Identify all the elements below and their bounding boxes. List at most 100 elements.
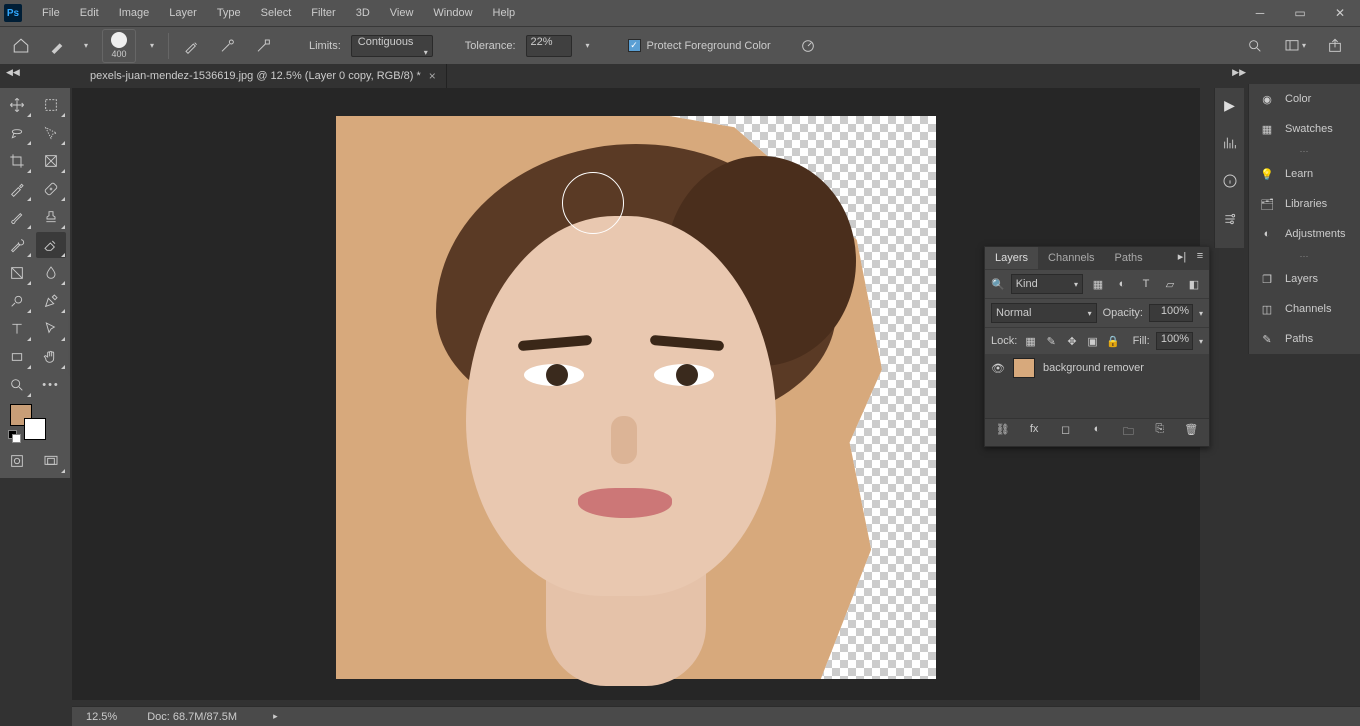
menu-help[interactable]: Help	[483, 0, 526, 26]
fill-input[interactable]: 100%	[1156, 332, 1193, 350]
close-button[interactable]: ✕	[1320, 0, 1360, 26]
dropdown-arrow-icon[interactable]: ▾	[146, 41, 158, 50]
menu-select[interactable]: Select	[251, 0, 302, 26]
more-tools[interactable]: •••	[36, 372, 66, 398]
link-icon[interactable]: ⛓	[994, 423, 1012, 442]
blend-mode-select[interactable]: Normal▾	[991, 303, 1097, 323]
panel-item-layers[interactable]: ❐Layers	[1249, 264, 1360, 294]
eraser-tool[interactable]	[36, 232, 66, 258]
adjustment-icon[interactable]: ◐	[1088, 423, 1106, 442]
sampling-swatch-icon[interactable]	[251, 33, 277, 59]
sampling-continuous-icon[interactable]	[179, 33, 205, 59]
rectangle-tool[interactable]	[2, 344, 32, 370]
collapse-icon[interactable]: ▸|	[1173, 247, 1191, 265]
menu-filter[interactable]: Filter	[301, 0, 345, 26]
quick-mask-tool[interactable]	[2, 448, 32, 474]
type-tool[interactable]	[2, 316, 32, 342]
fx-icon[interactable]: fx	[1025, 423, 1043, 442]
panel-item-libraries[interactable]: 🗂Libraries	[1249, 189, 1360, 219]
screen-mode-tool[interactable]	[36, 448, 66, 474]
filter-shape-icon[interactable]: ▱	[1161, 275, 1179, 293]
lock-pixels-icon[interactable]: ✎	[1044, 332, 1059, 350]
workspace-icon[interactable]: ▾	[1282, 33, 1308, 59]
zoom-level[interactable]: 12.5%	[86, 711, 117, 723]
layer-name[interactable]: background remover	[1043, 362, 1144, 374]
history-brush-tool[interactable]	[2, 232, 32, 258]
doc-size[interactable]: Doc: 68.7M/87.5M	[147, 711, 237, 723]
marquee-tool[interactable]	[36, 92, 66, 118]
dropdown-arrow-icon[interactable]: ▾	[80, 41, 92, 50]
color-swatches[interactable]	[2, 400, 68, 446]
panel-item-learn[interactable]: 💡Learn	[1249, 159, 1360, 189]
filter-kind-select[interactable]: Kind▾	[1011, 274, 1083, 294]
panel-menu-icon[interactable]: ≡	[1191, 247, 1209, 265]
layer-row[interactable]: 👁 background remover	[985, 354, 1209, 382]
blur-tool[interactable]	[36, 260, 66, 286]
new-layer-icon[interactable]: ⎘	[1151, 423, 1169, 442]
filter-pixel-icon[interactable]: ▦	[1089, 275, 1107, 293]
menu-window[interactable]: Window	[423, 0, 482, 26]
home-icon[interactable]	[8, 33, 34, 59]
dropdown-arrow-icon[interactable]: ▾	[582, 41, 594, 50]
layer-thumbnail[interactable]	[1013, 358, 1035, 378]
tab-layers[interactable]: Layers	[985, 247, 1038, 269]
menu-view[interactable]: View	[380, 0, 424, 26]
path-select-tool[interactable]	[36, 316, 66, 342]
close-icon[interactable]: ×	[429, 69, 436, 83]
filter-type-icon[interactable]: T	[1137, 275, 1155, 293]
zoom-tool[interactable]	[2, 372, 32, 398]
share-icon[interactable]	[1322, 33, 1348, 59]
panel-item-swatches[interactable]: ▦Swatches	[1249, 114, 1360, 144]
pen-tool[interactable]	[36, 288, 66, 314]
document-tab[interactable]: pexels-juan-mendez-1536619.jpg @ 12.5% (…	[80, 64, 447, 88]
mask-icon[interactable]: ◻	[1057, 423, 1075, 442]
pressure-icon[interactable]	[795, 33, 821, 59]
filter-smart-icon[interactable]: ◧	[1185, 275, 1203, 293]
sampling-once-icon[interactable]	[215, 33, 241, 59]
menu-edit[interactable]: Edit	[70, 0, 109, 26]
stamp-tool[interactable]	[36, 204, 66, 230]
brush-tool[interactable]	[2, 204, 32, 230]
tool-preset-icon[interactable]	[44, 33, 70, 59]
lock-artboard-icon[interactable]: ▣	[1085, 332, 1100, 350]
brush-preview[interactable]: 400	[102, 29, 136, 63]
collapse-right-icon[interactable]: ▶▶	[1230, 66, 1248, 79]
tab-paths[interactable]: Paths	[1105, 247, 1153, 269]
crop-tool[interactable]	[2, 148, 32, 174]
chevron-right-icon[interactable]: ▸	[273, 711, 278, 722]
menu-image[interactable]: Image	[109, 0, 160, 26]
panel-item-color[interactable]: ◉Color	[1249, 84, 1360, 114]
eyedropper-tool[interactable]	[2, 176, 32, 202]
info-icon[interactable]	[1219, 170, 1241, 192]
dodge-tool[interactable]	[2, 288, 32, 314]
trash-icon[interactable]: 🗑	[1182, 423, 1200, 442]
gradient-tool[interactable]	[2, 260, 32, 286]
lock-all-icon[interactable]: 🔒	[1106, 332, 1121, 350]
minimize-button[interactable]: ─	[1240, 0, 1280, 26]
default-colors-icon[interactable]	[8, 430, 18, 440]
panel-item-paths[interactable]: ✎Paths	[1249, 324, 1360, 354]
tolerance-input[interactable]: 22%	[526, 35, 572, 57]
menu-3d[interactable]: 3D	[346, 0, 380, 26]
tab-channels[interactable]: Channels	[1038, 247, 1104, 269]
histogram-icon[interactable]	[1219, 132, 1241, 154]
group-icon[interactable]: 🗀	[1119, 423, 1137, 442]
healing-tool[interactable]	[36, 176, 66, 202]
quick-select-tool[interactable]	[36, 120, 66, 146]
search-icon[interactable]	[1242, 33, 1268, 59]
menu-layer[interactable]: Layer	[159, 0, 207, 26]
menu-type[interactable]: Type	[207, 0, 251, 26]
move-tool[interactable]	[2, 92, 32, 118]
limits-select[interactable]: Contiguous▾	[351, 35, 433, 57]
lock-transparent-icon[interactable]: ▦	[1023, 332, 1038, 350]
filter-adjust-icon[interactable]: ◐	[1113, 275, 1131, 293]
hand-tool[interactable]	[36, 344, 66, 370]
maximize-button[interactable]: ▭	[1280, 0, 1320, 26]
properties-icon[interactable]	[1219, 208, 1241, 230]
menu-file[interactable]: File	[32, 0, 70, 26]
lock-position-icon[interactable]: ✥	[1065, 332, 1080, 350]
panel-item-adjustments[interactable]: ◐Adjustments	[1249, 219, 1360, 249]
collapse-left-icon[interactable]: ◀◀	[4, 66, 22, 79]
lasso-tool[interactable]	[2, 120, 32, 146]
document-canvas[interactable]	[336, 116, 936, 679]
